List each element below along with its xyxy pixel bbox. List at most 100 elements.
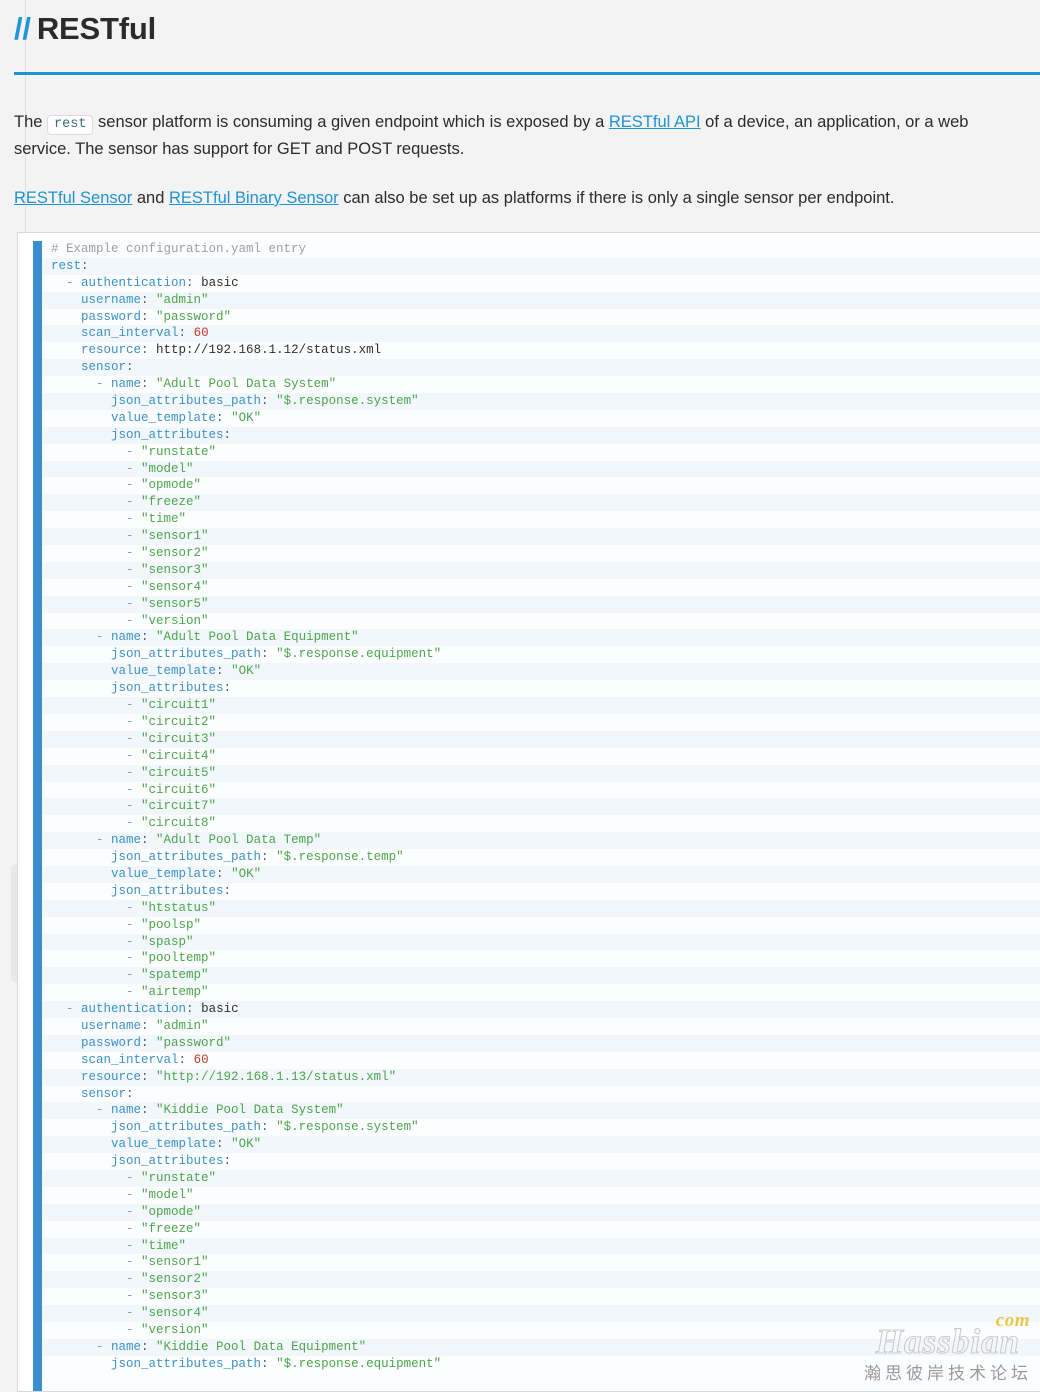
- code-lines: # Example configuration.yaml entry rest: …: [42, 241, 1040, 1373]
- code-line: - "version": [42, 1322, 1040, 1339]
- link-restful-sensor[interactable]: RESTful Sensor: [14, 189, 132, 207]
- code-token: :: [223, 1154, 232, 1169]
- code-token: -: [51, 596, 142, 611]
- code-line: - "htstatus": [42, 899, 1040, 917]
- code-token: "$.response.temp": [276, 850, 404, 865]
- code-token: json_attributes_path: [111, 1356, 262, 1371]
- code-token: basic: [201, 275, 239, 290]
- code-block-inner[interactable]: # Example configuration.yaml entry rest: …: [33, 241, 1040, 1391]
- code-line: value_template: "OK": [42, 1136, 1040, 1154]
- code-token: name: [111, 377, 142, 392]
- code-token: -: [51, 985, 142, 1000]
- code-token: -: [51, 444, 142, 459]
- slashes-mark: //: [14, 11, 31, 46]
- code-token: :: [141, 292, 157, 307]
- code-line: - "circuit4": [42, 747, 1040, 765]
- platforms-text-1: and: [132, 189, 169, 207]
- code-token: :: [141, 833, 157, 848]
- code-line: json_attributes:: [42, 882, 1040, 900]
- code-token: json_attributes: [111, 1154, 224, 1169]
- code-token: value_template: [111, 664, 217, 679]
- code-line: - name: "Kiddie Pool Data Equipment": [42, 1338, 1040, 1356]
- code-line: - "circuit5": [42, 764, 1040, 782]
- code-line: - "sensor2": [42, 545, 1040, 562]
- code-line: - "sensor3": [42, 1288, 1040, 1306]
- code-token: "Adult Pool Data System": [156, 377, 337, 392]
- code-token: "http://192.168.1.13/status.xml": [156, 1069, 397, 1084]
- code-token: :: [223, 681, 232, 696]
- code-token: -: [51, 562, 142, 577]
- code-line: json_attributes:: [42, 680, 1040, 698]
- code-token: :: [216, 1137, 232, 1152]
- code-token: -: [51, 529, 142, 544]
- code-line: - name: "Adult Pool Data Equipment": [42, 629, 1040, 647]
- code-token: "OK": [231, 1137, 262, 1152]
- code-line: username: "admin": [42, 1017, 1040, 1035]
- code-token: resource: [81, 343, 142, 358]
- code-token: "circuit5": [141, 765, 217, 780]
- code-token: "Kiddie Pool Data Equipment": [156, 1339, 367, 1354]
- link-restful-binary-sensor[interactable]: RESTful Binary Sensor: [169, 189, 339, 207]
- code-token: -: [51, 782, 142, 797]
- code-token: :: [261, 1120, 277, 1135]
- code-token: "spasp": [141, 934, 194, 949]
- code-token: :: [261, 394, 277, 409]
- code-token: :: [216, 410, 232, 425]
- code-token: name: [111, 833, 142, 848]
- code-token: "freeze": [141, 495, 202, 510]
- code-token: "circuit1": [141, 698, 217, 713]
- code-token: "sensor4": [141, 1306, 209, 1321]
- code-token: -: [51, 951, 142, 966]
- code-token: :: [186, 275, 202, 290]
- code-token: -: [51, 816, 142, 831]
- code-line: - "freeze": [42, 1220, 1040, 1238]
- code-token: "sensor2": [141, 546, 209, 561]
- code-token: json_attributes_path: [111, 850, 262, 865]
- code-token: "sensor1": [141, 529, 209, 544]
- code-line: json_attributes_path: "$.response.system…: [42, 393, 1040, 410]
- code-token: json_attributes: [111, 427, 224, 442]
- code-token: "$.response.equipment": [276, 647, 442, 662]
- code-token: "$.response.system": [276, 394, 419, 409]
- code-line: - "spatemp": [42, 967, 1040, 985]
- code-line: - "sensor1": [42, 1254, 1040, 1272]
- code-token: json_attributes_path: [111, 1120, 262, 1135]
- intro-text-1: The: [14, 113, 48, 131]
- code-token: -: [51, 1238, 142, 1253]
- link-restful-api[interactable]: RESTful API: [609, 113, 701, 131]
- code-token: "sensor4": [141, 579, 209, 594]
- code-token: "admin": [156, 292, 209, 307]
- code-line: - "poolsp": [42, 916, 1040, 934]
- code-token: -: [51, 1221, 142, 1236]
- code-token: "poolsp": [141, 917, 202, 932]
- code-token: json_attributes: [111, 681, 224, 696]
- code-token: -: [51, 1204, 142, 1219]
- paragraph-intro: The rest sensor platform is consuming a …: [14, 110, 1028, 162]
- code-line: - "sensor2": [42, 1271, 1040, 1289]
- code-token: -: [51, 917, 142, 932]
- code-token: rest: [51, 258, 82, 273]
- code-token: "runstate": [141, 1170, 217, 1185]
- code-token: -: [51, 613, 142, 628]
- code-token: "time": [141, 512, 187, 527]
- code-line: - "model": [42, 460, 1040, 478]
- code-token: -: [51, 1306, 142, 1321]
- code-token: # Example configuration.yaml entry: [51, 242, 307, 256]
- code-token: resource: [81, 1069, 142, 1084]
- code-token: username: [81, 1018, 142, 1033]
- code-token: "Kiddie Pool Data System": [156, 1103, 344, 1118]
- code-line: # Example configuration.yaml entry: [42, 241, 1040, 258]
- code-line: - "airtemp": [42, 984, 1040, 1002]
- code-line: - "sensor3": [42, 561, 1040, 579]
- code-token: sensor: [81, 1086, 127, 1101]
- code-line: - "opmode": [42, 1203, 1040, 1221]
- code-token: -: [51, 630, 112, 645]
- code-token: :: [141, 1339, 157, 1354]
- code-line: - "spasp": [42, 933, 1040, 951]
